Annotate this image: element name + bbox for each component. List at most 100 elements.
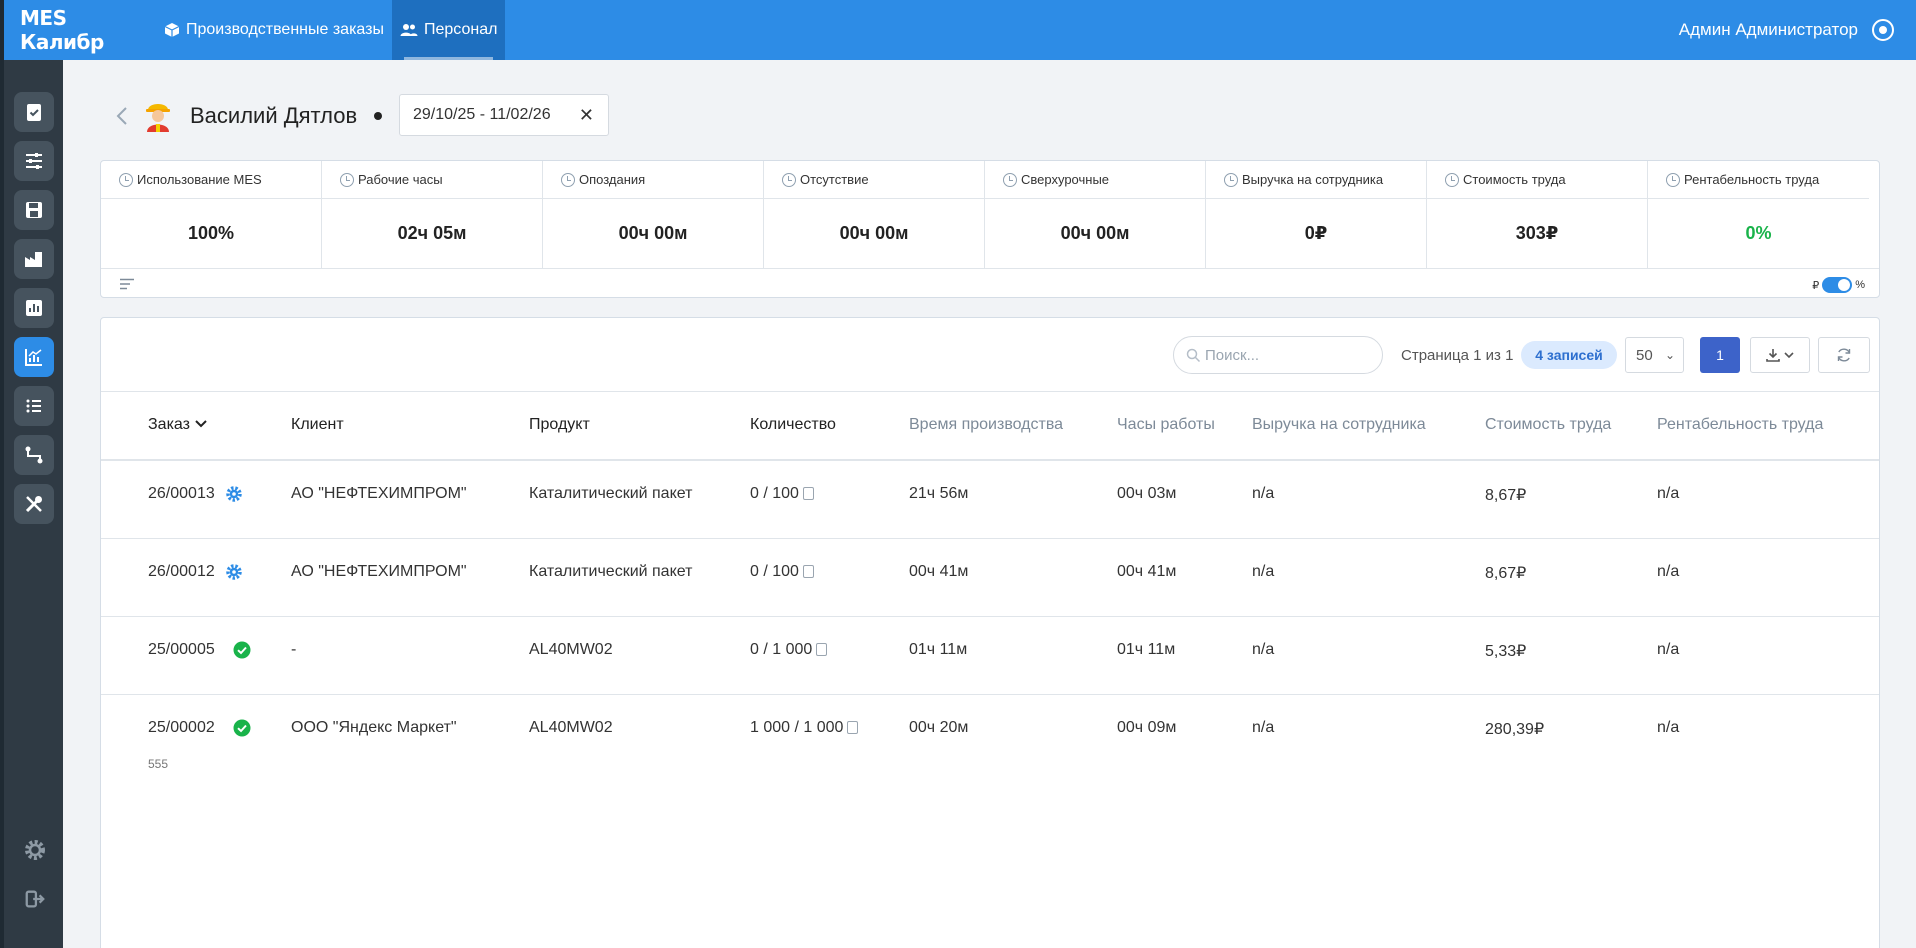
sidebar-item-routes[interactable] <box>14 435 54 475</box>
labor-cost-cell: 280,39₽ <box>1485 721 1545 738</box>
sidebar-item-planning[interactable] <box>14 141 54 181</box>
check-circle-icon <box>233 641 251 659</box>
column-label: Заказ <box>148 416 190 433</box>
work-hours-cell: 00ч 09м <box>1117 719 1177 736</box>
clear-icon[interactable]: ✕ <box>579 105 594 126</box>
per-page-select[interactable]: 50 ⌄ <box>1625 337 1684 373</box>
sidebar-item-list[interactable] <box>14 386 54 426</box>
refresh-icon <box>1837 348 1851 362</box>
copy-icon[interactable] <box>816 643 828 656</box>
page-button-1[interactable]: 1 <box>1700 337 1740 373</box>
settings-icon[interactable] <box>23 838 47 862</box>
bar-chart-icon <box>26 300 42 316</box>
kpi-card: Опоздания 00ч 00м <box>543 161 764 268</box>
work-hours-cell: 00ч 41м <box>1117 563 1177 580</box>
box-icon <box>164 23 180 37</box>
toggle-switch[interactable] <box>1822 277 1853 293</box>
search-box[interactable] <box>1173 336 1383 374</box>
pie-chart-icon <box>1445 172 1459 187</box>
sidebar-item-analytics[interactable] <box>14 337 54 377</box>
kpi-header: Рабочие часы <box>322 161 542 199</box>
kpi-panel: Использование MES 100% Рабочие часы 02ч 05м… <box>100 160 1880 298</box>
nav-production-orders[interactable]: Производственные заказы <box>156 0 392 60</box>
production-time-cell: 01ч 11м <box>909 641 968 658</box>
users-icon <box>400 24 418 36</box>
page-title: Василий Дятлов <box>190 103 358 128</box>
production-time-cell: 00ч 20м <box>909 719 969 736</box>
revenue-cell: n/a <box>1252 641 1275 658</box>
order-number[interactable]: 26/00012 <box>148 563 215 581</box>
sidebar-item-reports[interactable] <box>14 288 54 328</box>
kpi-value: 00ч 00м <box>1060 223 1130 243</box>
profitability-cell: n/a <box>1657 719 1680 736</box>
sidebar-item-storage[interactable] <box>14 190 54 230</box>
top-navbar: MES Калибр Производственные заказы Персо… <box>4 0 1916 60</box>
kpi-header: Рентабельность труда <box>1648 161 1869 199</box>
clock-icon <box>782 172 796 187</box>
back-chevron-icon[interactable] <box>114 104 130 128</box>
analytics-icon <box>25 349 42 366</box>
brand-logo[interactable]: MES Калибр <box>4 6 156 54</box>
kpi-card: Сверхурочные 00ч 00м <box>985 161 1206 268</box>
collapse-lines-icon[interactable] <box>119 278 135 290</box>
user-avatar-icon[interactable] <box>1872 19 1894 41</box>
labor-cost-cell: 8,67₽ <box>1485 487 1527 504</box>
nav-label: Производственные заказы <box>186 21 384 38</box>
copy-icon[interactable] <box>847 721 859 734</box>
production-time-cell: 21ч 56м <box>909 485 969 502</box>
kpi-header: Выручка на сотрудника <box>1206 161 1426 199</box>
kpi-card: Выручка на сотрудника 0₽ <box>1206 161 1427 268</box>
gear-icon <box>226 564 242 580</box>
toggle-right-label: % <box>1855 279 1865 291</box>
kpi-label: Отсутствие <box>800 172 869 187</box>
product-cell: Каталитический пакет <box>529 485 693 502</box>
quantity-cell: 0 / 1 000 <box>750 641 828 659</box>
kpi-card: Использование MES 100% <box>101 161 322 268</box>
order-number[interactable]: 25/00005 <box>148 641 215 659</box>
order-number[interactable]: 26/00013 <box>148 485 215 503</box>
table-row[interactable]: 26/00013 АО "НЕФТЕХИМПРОМ" Каталитический … <box>101 461 1879 539</box>
kpi-header: Сверхурочные <box>985 161 1205 199</box>
column-header-client[interactable]: Клиент <box>291 416 344 434</box>
order-number[interactable]: 25/00002 <box>148 719 215 737</box>
search-input[interactable] <box>1205 346 1365 364</box>
sidebar-item-tools[interactable] <box>14 484 54 524</box>
table-row[interactable]: 26/00012 АО "НЕФТЕХИМПРОМ" Каталитический … <box>101 539 1879 617</box>
table-row[interactable]: 25/00005 - AL40MW02 0 / 1 000 01ч 11м 01ч 11м… <box>101 617 1879 695</box>
copy-icon[interactable] <box>802 565 814 578</box>
kpi-label: Выручка на сотрудника <box>1242 172 1384 187</box>
chevron-down-icon: ⌄ <box>1664 348 1675 362</box>
column-header-order[interactable]: Заказ <box>148 416 208 434</box>
sidebar-item-tasks[interactable] <box>14 92 54 132</box>
route-icon <box>25 446 43 464</box>
column-header-product[interactable]: Продукт <box>529 416 590 434</box>
work-hours-cell: 00ч 03м <box>1117 485 1177 502</box>
refresh-button[interactable] <box>1818 337 1870 373</box>
user-menu[interactable]: Админ Администратор <box>1679 19 1916 41</box>
date-range-value: 29/10/25 - 11/02/26 <box>413 106 551 123</box>
copy-icon[interactable] <box>802 487 814 500</box>
records-count-badge: 4 записей <box>1521 341 1617 369</box>
sort-chevron-down-icon[interactable] <box>194 419 208 429</box>
toggle-left-label: ₽ <box>1812 279 1820 292</box>
column-header-quantity[interactable]: Количество <box>750 416 836 434</box>
kpi-value: 0% <box>1745 223 1772 243</box>
kpi-card: Отсутствие 00ч 00м <box>764 161 985 268</box>
profitability-cell: n/a <box>1657 641 1680 658</box>
download-icon <box>1766 349 1780 362</box>
chevron-down-icon <box>1784 352 1794 359</box>
sliders-icon <box>26 153 42 169</box>
download-button[interactable] <box>1750 337 1810 373</box>
order-note: 555 <box>148 757 169 771</box>
logout-icon[interactable] <box>23 887 47 911</box>
quantity-value: 0 / 100 <box>750 563 799 580</box>
clock-icon <box>561 172 575 187</box>
table-row[interactable]: 25/00002 ООО "Яндекс Маркет" AL40MW02 1 000… <box>101 695 1879 773</box>
quantity-value: 0 / 100 <box>750 485 799 502</box>
nav-personnel[interactable]: Персонал <box>391 0 506 60</box>
date-range-picker[interactable]: 29/10/25 - 11/02/26 ✕ <box>399 94 609 136</box>
search-icon <box>1186 348 1201 362</box>
column-header-work-hours: Часы работы <box>1117 416 1215 433</box>
currency-percent-toggle[interactable]: ₽ % <box>1812 277 1865 293</box>
sidebar-item-factory[interactable] <box>14 239 54 279</box>
